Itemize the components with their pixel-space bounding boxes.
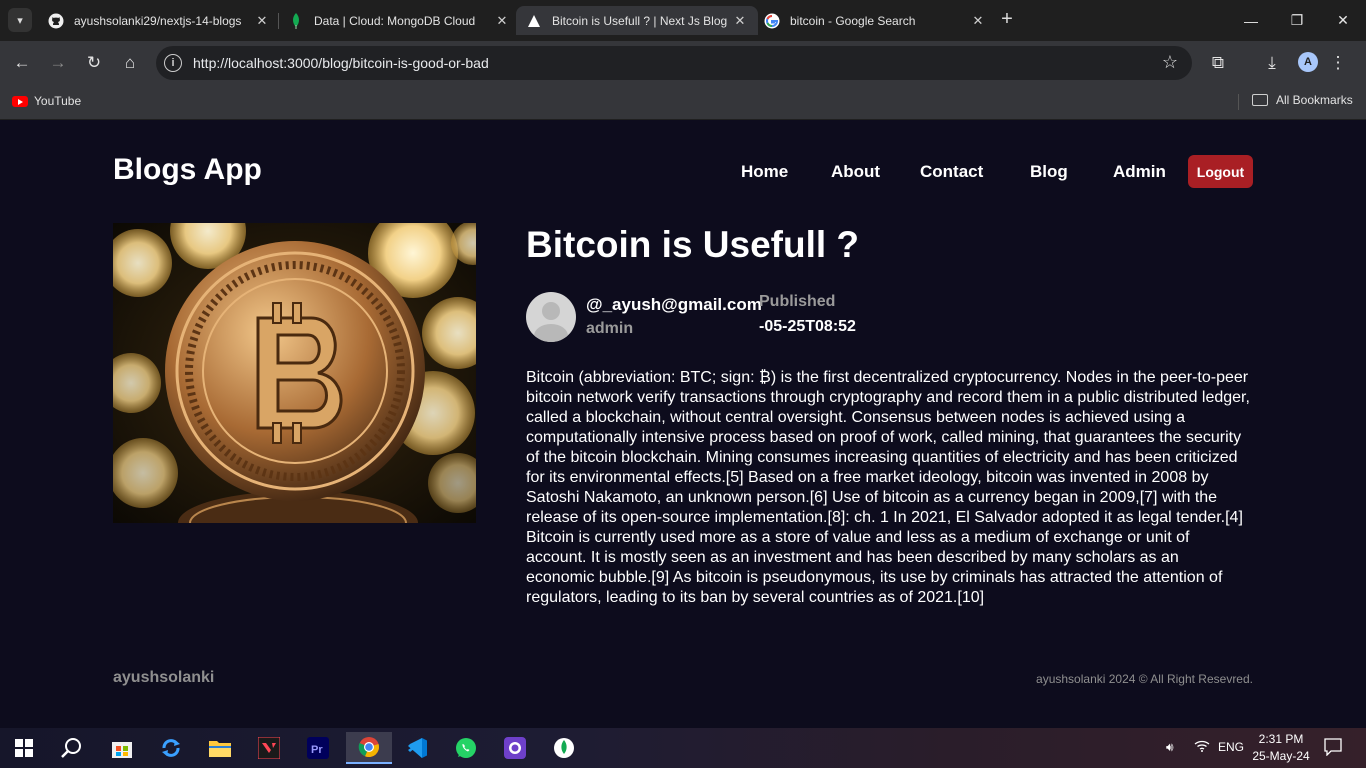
tab-title: Data | Cloud: MongoDB Cloud (314, 13, 476, 28)
close-tab-icon[interactable]: ✕ (970, 13, 986, 29)
author-email: @_ayush@gmail.com (586, 295, 762, 314)
published-label: Published (759, 293, 836, 310)
published-date: -05-25T08:52 (759, 318, 856, 335)
nav-admin[interactable]: Admin (1113, 162, 1166, 182)
post-body: Bitcoin (abbreviation: BTC; sign: ₿) is … (526, 369, 1250, 606)
github-icon (48, 13, 64, 29)
browser-tab-google[interactable]: bitcoin - Google Search ✕ (754, 6, 996, 35)
svg-text:Pr: Pr (311, 744, 323, 756)
footer-brand: ayushsolanki (113, 669, 215, 686)
close-tab-icon[interactable]: ✕ (732, 13, 748, 29)
footer-copyright: ayushsolanki 2024 © All Right Resevred. (1036, 672, 1253, 686)
premiere-pro-icon[interactable]: Pr (298, 732, 338, 764)
reload-icon[interactable]: ↻ (82, 51, 106, 75)
browser-tab-github[interactable]: ayushsolanki29/nextjs-14-blogs ✕ (38, 6, 280, 35)
address-bar[interactable]: i http://localhost:3000/blog/bitcoin-is-… (156, 46, 1192, 80)
google-icon (764, 13, 780, 29)
nav-home[interactable]: Home (741, 162, 788, 182)
chrome-taskbar-icon[interactable] (346, 732, 392, 764)
browser-tab-active-blog[interactable]: Bitcoin is Usefull ? | Next Js Blog ✕ (516, 6, 758, 35)
site-logo[interactable]: Blogs App (113, 153, 262, 187)
logout-button[interactable]: Logout (1188, 155, 1253, 188)
minimize-window-icon[interactable]: — (1228, 0, 1274, 41)
nav-about[interactable]: About (831, 162, 880, 182)
tab-title: Bitcoin is Usefull ? | Next Js Blog (552, 13, 728, 28)
author-avatar (526, 292, 576, 342)
new-tab-plus-icon[interactable]: + (996, 8, 1018, 32)
taskbar-clock[interactable]: 2:31 PM 25-May-24 (1244, 731, 1318, 765)
browser-menu-kebab-icon[interactable]: ⋮ (1326, 51, 1350, 75)
sync-icon[interactable] (151, 732, 191, 764)
volume-icon[interactable]: 🔊︎ (1166, 740, 1174, 755)
home-icon[interactable]: ⌂ (118, 51, 142, 75)
clock-time: 2:31 PM (1258, 732, 1304, 746)
post-cover-image (113, 223, 476, 523)
folder-icon (1252, 94, 1268, 106)
wifi-icon[interactable] (1194, 740, 1210, 755)
blog-page: Blogs App Home About Contact Blog Admin … (0, 121, 1366, 728)
bookmark-label: All Bookmarks (1276, 93, 1353, 107)
windows-start-icon[interactable] (4, 732, 44, 764)
nextjs-triangle-icon (526, 13, 542, 29)
tab-title: ayushsolanki29/nextjs-14-blogs (74, 13, 242, 28)
close-tab-icon[interactable]: ✕ (254, 13, 270, 29)
profile-avatar[interactable]: A (1298, 52, 1318, 72)
bookmarks-divider (1238, 94, 1239, 110)
forward-arrow-icon[interactable]: → (46, 51, 70, 75)
bookmarks-bar: YouTube All Bookmarks (0, 84, 1366, 120)
clock-date: 25-May-24 (1252, 749, 1310, 763)
vscode-icon[interactable] (397, 732, 437, 764)
tab-search-chevron-icon[interactable]: ▾ (8, 8, 32, 32)
browser-tab-mongodb[interactable]: Data | Cloud: MongoDB Cloud ✕ (278, 6, 520, 35)
downloads-icon[interactable]: ⤓ (1260, 51, 1284, 75)
bookmark-youtube[interactable]: YouTube (12, 94, 81, 108)
site-info-icon[interactable]: i (164, 54, 182, 72)
youtube-icon (12, 95, 28, 107)
post-title: Bitcoin is Usefull ? (526, 224, 860, 265)
all-bookmarks-button[interactable]: All Bookmarks (1252, 93, 1353, 107)
notifications-icon[interactable] (1324, 738, 1342, 759)
valorant-icon[interactable] (249, 732, 289, 764)
back-arrow-icon[interactable]: ← (10, 51, 34, 75)
mongodb-compass-icon[interactable] (544, 732, 584, 764)
bookmark-label: YouTube (34, 94, 82, 108)
microsoft-store-icon[interactable] (102, 732, 142, 764)
extensions-puzzle-icon[interactable]: ⧉ (1206, 51, 1230, 75)
browser-tabstrip: ▾ ayushsolanki29/nextjs-14-blogs ✕ Data … (0, 0, 1366, 41)
windows-taskbar: Pr 🔊︎ ENG 2:31 PM 25-May-24 (0, 728, 1366, 768)
url-text[interactable]: http://localhost:3000/blog/bitcoin-is-go… (193, 55, 489, 71)
browser-toolbar: ← → ↻ ⌂ i http://localhost:3000/blog/bit… (0, 41, 1366, 84)
language-indicator[interactable]: ENG (1218, 740, 1244, 754)
tab-title: bitcoin - Google Search (790, 13, 916, 28)
nav-blog[interactable]: Blog (1030, 162, 1068, 182)
close-window-icon[interactable]: ✕ (1320, 0, 1366, 41)
mongodb-leaf-icon (288, 12, 304, 29)
search-icon[interactable] (52, 732, 92, 764)
restore-window-icon[interactable]: ❐ (1274, 0, 1320, 41)
bookmark-star-icon[interactable]: ☆ (1162, 52, 1178, 73)
close-tab-icon[interactable]: ✕ (494, 13, 510, 29)
whatsapp-icon[interactable] (446, 732, 486, 764)
file-explorer-icon[interactable] (200, 732, 240, 764)
nav-contact[interactable]: Contact (920, 162, 983, 182)
github-desktop-icon[interactable] (495, 732, 535, 764)
author-role: admin (586, 320, 634, 337)
